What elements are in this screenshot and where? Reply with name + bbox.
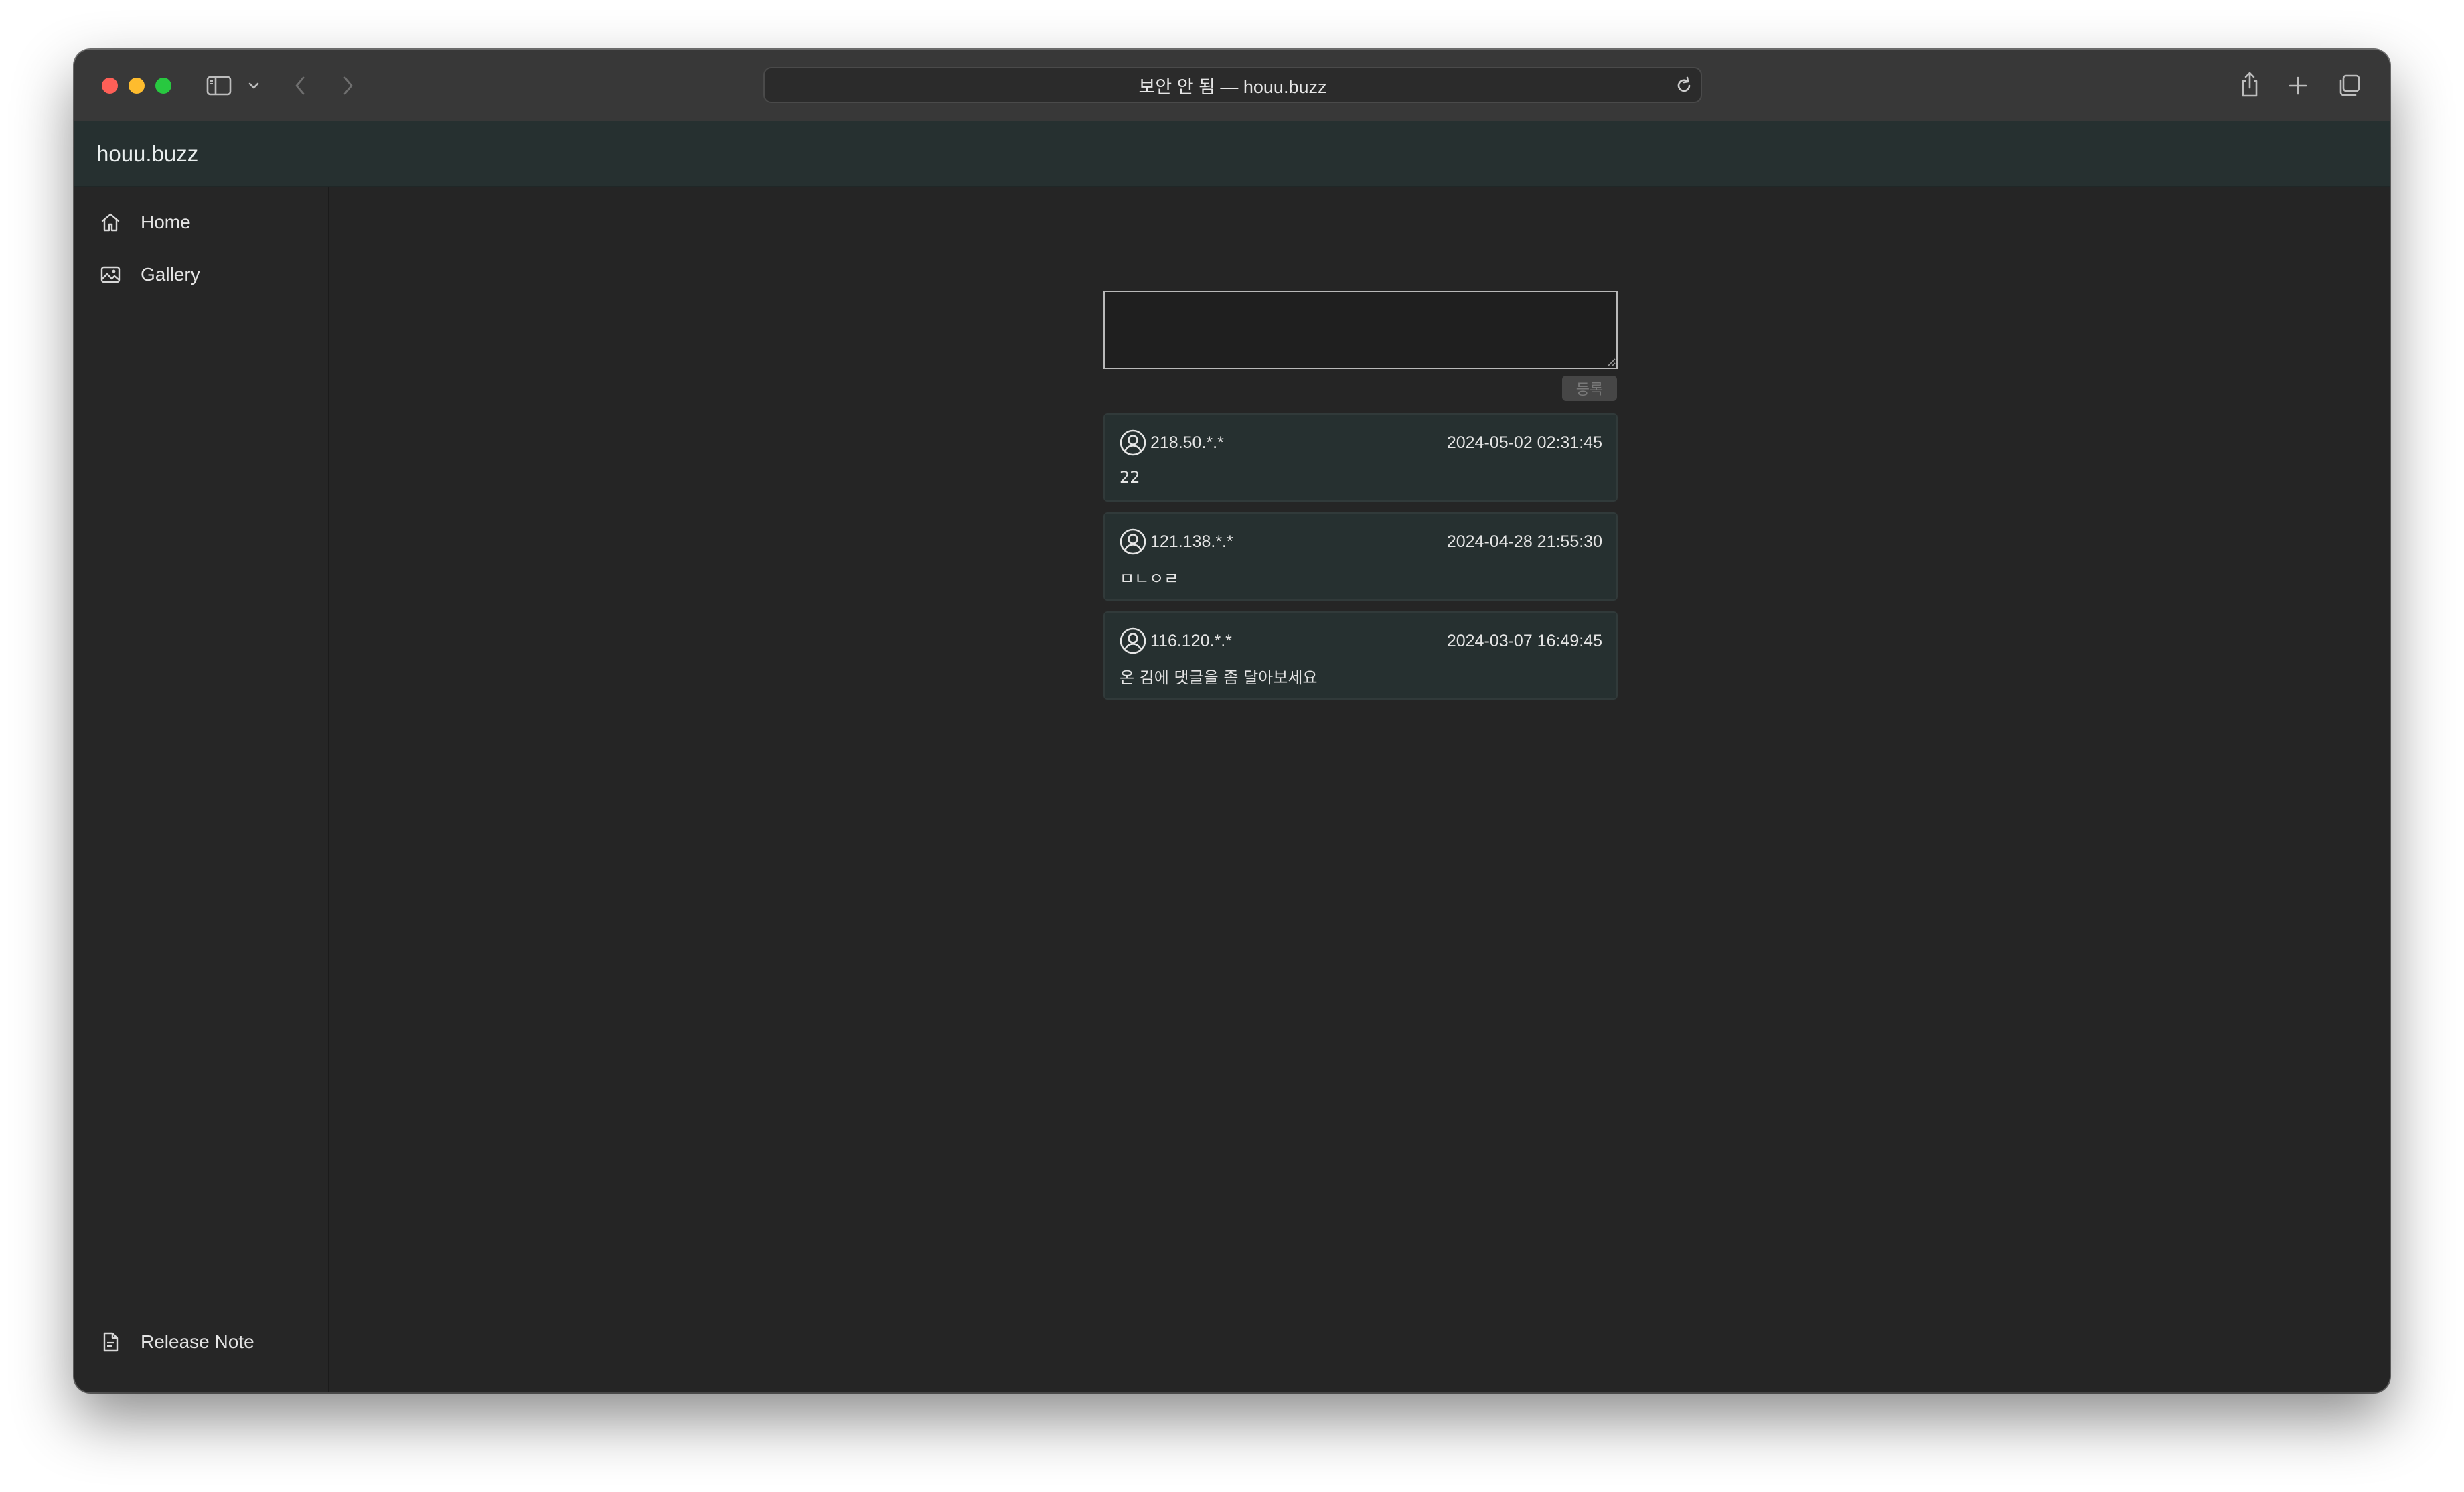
- browser-toolbar: 보안 안 됨 — houu.buzz: [74, 50, 2390, 122]
- comment-card: 218.50.*.* 2024-05-02 02:31:45 22: [1103, 413, 1618, 502]
- sidebar-item-release-note[interactable]: Release Note: [74, 1320, 328, 1364]
- sidebar-item-label: Gallery: [141, 264, 200, 285]
- comment-input[interactable]: [1103, 291, 1618, 369]
- sidebar-item-gallery[interactable]: Gallery: [74, 252, 328, 297]
- forward-icon[interactable]: [339, 75, 357, 96]
- minimize-window-button[interactable]: [129, 78, 145, 94]
- sidebar-toggle-icon[interactable]: [206, 75, 232, 96]
- comment-ip: 218.50.*.*: [1150, 433, 1224, 452]
- submit-button[interactable]: 등록: [1562, 376, 1617, 401]
- user-avatar-icon: [1119, 528, 1147, 556]
- comment-text: 22: [1120, 468, 1140, 487]
- site-header: houu.buzz: [74, 121, 2390, 188]
- home-icon: [100, 212, 121, 233]
- sidebar: Home Gallery Release Note: [74, 187, 329, 1392]
- resize-grip-icon[interactable]: [1605, 356, 1616, 367]
- user-avatar-icon: [1119, 627, 1147, 655]
- document-icon: [100, 1331, 121, 1353]
- share-icon[interactable]: [2238, 70, 2262, 99]
- address-bar[interactable]: 보안 안 됨 — houu.buzz: [763, 67, 1702, 103]
- chevron-down-icon[interactable]: [247, 79, 260, 92]
- sidebar-item-label: Release Note: [141, 1331, 254, 1352]
- image-icon: [100, 264, 121, 285]
- address-text: 보안 안 됨 — houu.buzz: [1138, 76, 1327, 97]
- comment-text: 온 김에 댓글을 좀 달아보세요: [1120, 668, 1318, 687]
- close-window-button[interactable]: [102, 78, 118, 94]
- zoom-window-button[interactable]: [155, 78, 171, 94]
- comment-card: 121.138.*.* 2024-04-28 21:55:30 ㅁㄴㅇㄹ: [1103, 512, 1618, 601]
- new-tab-icon[interactable]: [2287, 75, 2309, 96]
- comment-date: 2024-05-02 02:31:45: [1446, 433, 1602, 452]
- comment-text: ㅁㄴㅇㄹ: [1120, 569, 1179, 588]
- tab-overview-icon[interactable]: [2337, 74, 2361, 98]
- sidebar-item-label: Home: [141, 212, 191, 232]
- user-avatar-icon: [1119, 429, 1147, 457]
- comment-date: 2024-04-28 21:55:30: [1446, 532, 1602, 551]
- back-icon[interactable]: [291, 75, 309, 96]
- sidebar-item-home[interactable]: Home: [74, 200, 328, 244]
- comment-ip: 116.120.*.*: [1150, 631, 1232, 650]
- comment-card: 116.120.*.* 2024-03-07 16:49:45 온 김에 댓글을…: [1103, 611, 1618, 700]
- reload-icon[interactable]: [1674, 75, 1694, 95]
- browser-window: 보안 안 됨 — houu.buzz houu.buzz Home Galler…: [74, 50, 2390, 1392]
- comment-ip: 121.138.*.*: [1150, 532, 1233, 551]
- comment-date: 2024-03-07 16:49:45: [1446, 631, 1602, 650]
- site-title[interactable]: houu.buzz: [96, 121, 198, 186]
